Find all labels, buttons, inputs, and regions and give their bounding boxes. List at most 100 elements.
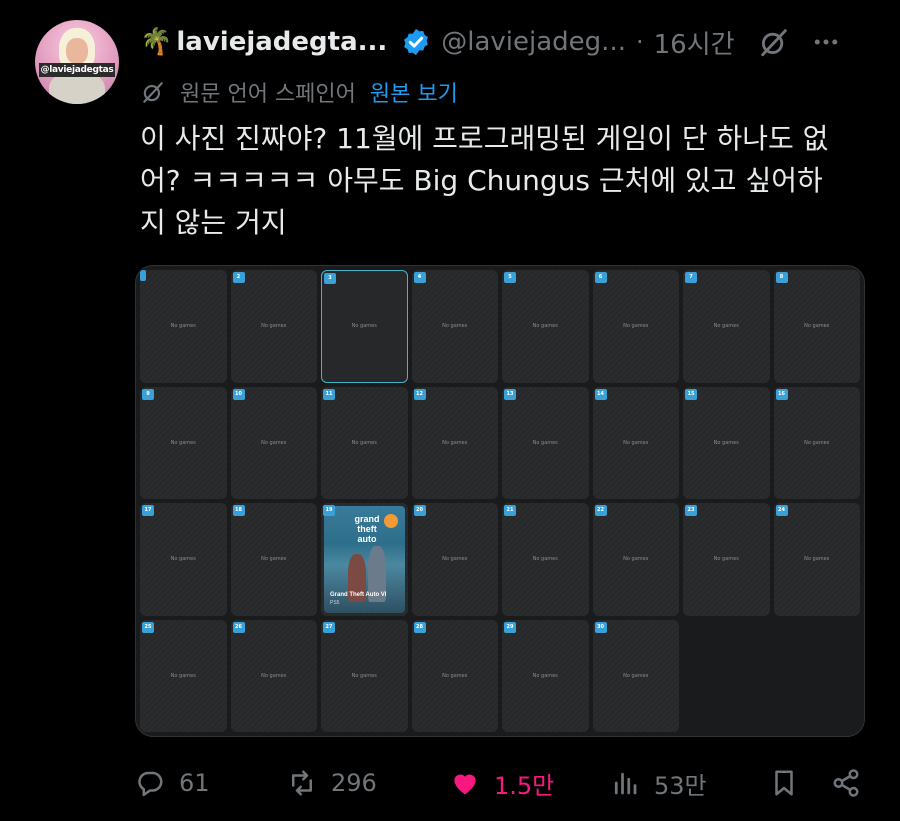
calendar-day-cell: No games 29 <box>502 619 589 732</box>
translate-icon <box>143 82 163 103</box>
no-games-label: No games <box>351 323 377 330</box>
calendar-day-cell: No games 7 <box>683 270 770 383</box>
no-games-label: No games <box>804 556 830 563</box>
display-name[interactable]: laviejadegta... <box>176 27 387 57</box>
calendar-day-cell: No games 6 <box>592 270 679 383</box>
day-number-badge: 12 <box>413 388 426 400</box>
day-number-badge: 20 <box>413 505 426 516</box>
user-handle[interactable]: @laviejadeg... <box>441 27 626 57</box>
no-games-label: No games <box>623 439 649 446</box>
game-cover-art: grand theft auto Grand Theft Auto VI PS5 <box>324 506 405 613</box>
calendar-empty-cell <box>683 620 770 733</box>
calendar-day-cell: No games 11 <box>321 386 408 499</box>
gta-logo: grand theft auto <box>354 514 380 544</box>
no-games-label: No games <box>713 439 739 446</box>
calendar-day-cell: No games 30 <box>592 619 679 732</box>
tweet-text: 이 사진 진짜야? 11월에 프로그래밍된 게임이 단 하나도 없 어? ㅋㅋㅋ… <box>140 122 829 239</box>
calendar-day-cell: No games 18 <box>230 503 317 616</box>
day-number-badge: 5 <box>504 272 516 283</box>
day-number-badge: 10 <box>232 388 245 400</box>
no-games-label: No games <box>532 439 558 446</box>
day-number-badge: 16 <box>775 388 788 400</box>
translation-notice-text: 원문 언어 스페인어 <box>180 82 356 107</box>
calendar-day-cell: No games 14 <box>592 386 679 499</box>
calendar-day-cell: No games 10 <box>230 386 317 499</box>
calendar-day-cell: No games 9 <box>140 386 227 499</box>
like-button[interactable]: 1.5만 <box>450 760 554 806</box>
day-number-badge: 25 <box>142 621 154 633</box>
day-number-badge: 17 <box>142 505 154 516</box>
show-original-link[interactable]: 원본 보기 <box>370 76 458 108</box>
avatar-tag: @laviejadegtas <box>39 63 115 77</box>
action-bar: 61 296 1.5만 53만 <box>135 760 865 806</box>
heart-filled-icon <box>454 774 476 795</box>
calendar-day-cell: No games 2 <box>230 270 317 383</box>
calendar-day-cell: No games 5 <box>502 270 589 383</box>
tweet-media-image[interactable]: No games No games 2 No games 3 No games 4 No ga… <box>135 265 865 737</box>
day-number-badge: 15 <box>685 388 697 400</box>
reply-icon <box>138 771 163 797</box>
day-number-badge: 28 <box>413 621 426 633</box>
like-count: 1.5만 <box>494 771 555 800</box>
no-games-label: No games <box>261 672 287 679</box>
calendar-day-cell: No games 28 <box>411 619 498 732</box>
calendar-day-cell: No games 23 <box>683 503 770 616</box>
day-number-badge: 13 <box>504 388 516 400</box>
separator-dot: · <box>635 28 644 56</box>
no-games-label: No games <box>713 556 739 563</box>
calendar-day-cell: No games 4 <box>411 270 498 383</box>
reply-count: 61 <box>179 769 210 797</box>
translation-notice: 원문 언어 스페인어 원본 보기 <box>140 76 458 108</box>
verified-badge-icon <box>404 28 429 56</box>
calendar-day-cell: No games 20 <box>411 503 498 616</box>
no-games-label: No games <box>442 439 468 446</box>
no-games-label: No games <box>261 439 287 446</box>
calendar-day-cell: No games 17 <box>140 503 227 616</box>
calendar-day-cell: No games <box>140 270 227 383</box>
calendar-day-cell: grand theft auto Grand Theft Auto VI PS5 19 <box>321 503 408 616</box>
tweet-time[interactable]: 16시간 <box>654 24 735 61</box>
no-games-label: No games <box>623 556 649 563</box>
gta-six-badge <box>384 514 398 528</box>
repost-button[interactable]: 296 <box>287 760 377 806</box>
game-platform: PS5 <box>330 599 340 606</box>
no-games-label: No games <box>442 672 468 679</box>
day-number-badge: 19 <box>323 505 335 516</box>
day-number-badge: 26 <box>232 621 245 633</box>
day-number-badge: 14 <box>594 388 607 400</box>
bookmark-icon <box>775 770 793 796</box>
views-icon <box>614 772 637 795</box>
no-games-label: No games <box>532 672 558 679</box>
no-games-label: No games <box>351 672 377 679</box>
no-games-label: No games <box>261 323 287 330</box>
calendar-day-cell: No games 8 <box>773 270 860 383</box>
calendar-day-cell: No games 15 <box>683 386 770 499</box>
day-number-badge: 29 <box>504 621 516 633</box>
share-icon <box>833 769 859 797</box>
calendar-day-cell: No games 21 <box>502 503 589 616</box>
calendar-day-cell: No games 25 <box>140 619 227 732</box>
day-number-badge: 27 <box>323 621 335 633</box>
bookmark-button[interactable] <box>769 760 799 806</box>
calendar-empty-cell <box>774 620 861 733</box>
share-button[interactable] <box>831 760 861 806</box>
day-number-badge: 24 <box>775 505 788 516</box>
avatar[interactable]: @laviejadegtas <box>35 20 119 104</box>
day-number-badge: 30 <box>594 621 607 633</box>
more-options-icon[interactable] <box>811 27 841 57</box>
day-number-badge: 4 <box>413 272 426 283</box>
no-games-label: No games <box>532 556 558 563</box>
day-number-badge: 22 <box>594 505 607 516</box>
day-number-badge: 6 <box>594 272 607 283</box>
day-number-badge: 9 <box>142 388 154 400</box>
day-number-badge: 18 <box>232 505 245 516</box>
day-number-badge: 11 <box>323 388 335 400</box>
day-number-badge: 3 <box>324 273 336 284</box>
no-games-label: No games <box>623 323 649 330</box>
grok-icon[interactable] <box>757 25 791 59</box>
no-games-label: No games <box>170 556 196 563</box>
avatar-face <box>66 38 88 64</box>
reply-button[interactable]: 61 <box>135 760 210 806</box>
views-button[interactable]: 53만 <box>610 760 707 806</box>
view-count: 53만 <box>654 771 707 800</box>
